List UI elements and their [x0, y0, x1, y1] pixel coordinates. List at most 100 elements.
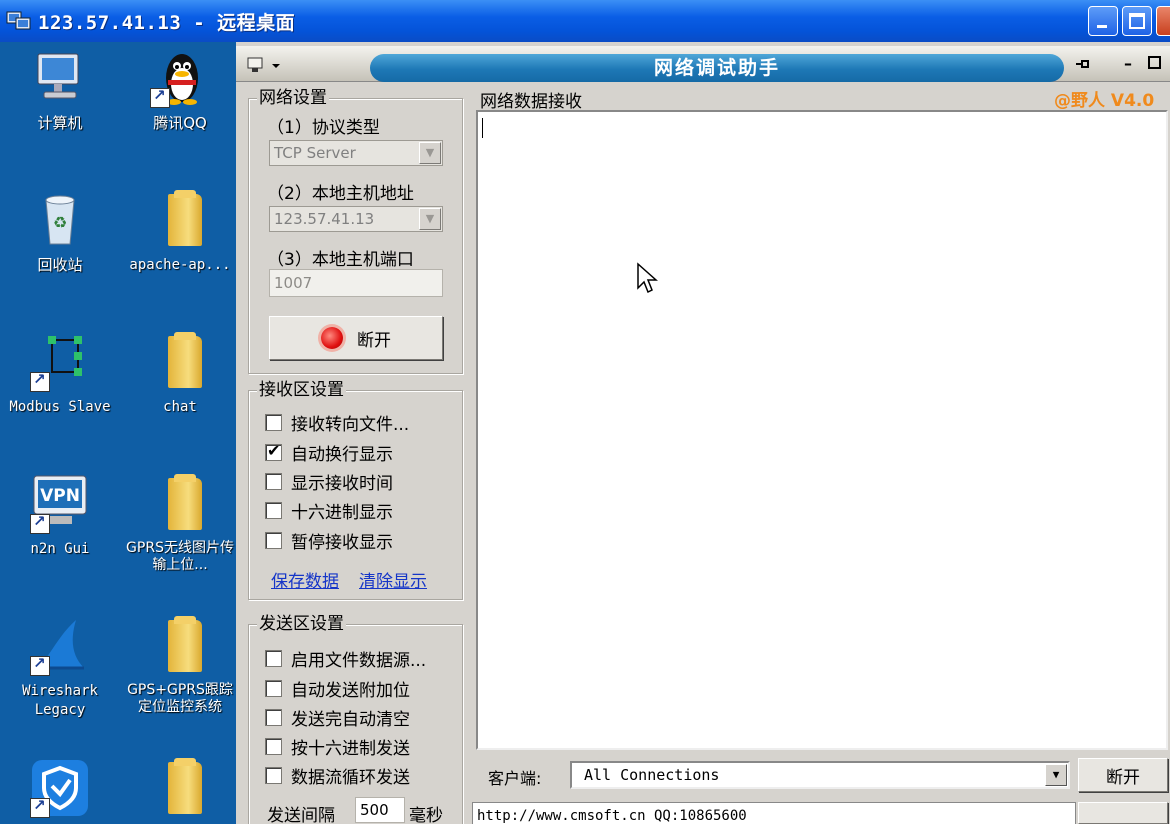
send-interval-unit: 毫秒 — [409, 806, 443, 824]
rdp-title: 123.57.41.13 - 远程桌面 — [38, 11, 296, 34]
client-select[interactable]: All Connections ▼ — [570, 761, 1070, 789]
receive-settings-title: 接收区设置 — [257, 380, 346, 400]
folder-icon — [150, 758, 210, 818]
checkbox[interactable] — [265, 501, 282, 519]
qq-penguin-icon — [150, 48, 210, 108]
local-host-label: （2）本地主机地址 — [267, 184, 414, 204]
client-label: 客户端: — [488, 769, 542, 788]
text-caret — [482, 118, 483, 138]
maximize-icon[interactable] — [1148, 54, 1162, 74]
checkbox-label: 按十六进制发送 — [291, 738, 410, 759]
send-interval-label: 发送间隔 — [267, 806, 335, 824]
maximize-button[interactable] — [1122, 6, 1152, 36]
shortcut-arrow-icon — [30, 654, 50, 676]
desktop-icon-folder[interactable] — [122, 758, 238, 818]
local-port-input[interactable]: 1007 — [269, 269, 443, 297]
maximize-icon — [1129, 13, 1145, 29]
recv-option-to-file[interactable]: 接收转向文件... — [265, 411, 410, 435]
checkbox[interactable] — [265, 472, 282, 490]
wireshark-fin-icon — [30, 616, 90, 676]
desktop-icon-computer[interactable]: 计算机 — [2, 48, 118, 133]
minimize-icon — [1097, 25, 1107, 28]
send-option-loop[interactable]: 数据流循环发送 — [265, 764, 410, 788]
close-button[interactable] — [1156, 6, 1170, 36]
system-menu-button[interactable] — [244, 54, 344, 76]
checkbox-label: 十六进制显示 — [291, 502, 393, 523]
desktop-icon-folder-chat[interactable]: chat — [122, 332, 238, 417]
checkbox-label: 暂停接收显示 — [291, 532, 393, 553]
checkbox[interactable] — [265, 531, 282, 549]
send-option-auto-clear[interactable]: 发送完自动清空 — [265, 706, 410, 730]
shortcut-arrow-icon — [150, 86, 170, 108]
shortcut-arrow-icon — [30, 370, 50, 392]
desktop-icon-folder-apache[interactable]: apache-ap... — [122, 190, 238, 275]
desktop-icon-label: 腾讯QQ — [153, 114, 207, 132]
pin-icon[interactable] — [1072, 54, 1092, 78]
network-settings-group: 网络设置 （1）协议类型 TCP Server ▼ （2）本地主机地址 123.… — [248, 88, 463, 374]
checkbox[interactable] — [265, 413, 282, 431]
desktop-icon-security-shield[interactable] — [2, 758, 118, 818]
client-disconnect-button[interactable]: 断开 — [1078, 758, 1168, 792]
protocol-type-value: TCP Server — [274, 144, 356, 162]
desktop-icon-n2n-gui[interactable]: VPN n2n Gui — [2, 474, 118, 559]
send-interval-input[interactable]: 500 — [355, 797, 405, 823]
desktop-icon-label: n2n Gui — [30, 541, 90, 557]
send-option-hex-send[interactable]: 按十六进制发送 — [265, 735, 410, 759]
recv-option-hex-display[interactable]: 十六进制显示 — [265, 499, 393, 523]
shield-icon — [30, 758, 90, 818]
desktop-icon-wireshark[interactable]: Wireshark Legacy — [2, 616, 118, 720]
checkbox-label: 自动换行显示 — [291, 444, 393, 465]
brand-label: @野人 V4.0 — [1054, 91, 1155, 111]
send-option-file-source[interactable]: 启用文件数据源... — [265, 647, 426, 671]
desktop: 计算机 腾讯QQ ♻ 回收站 apache-ap... Modbus Slave… — [0, 42, 236, 824]
checkbox[interactable] — [265, 766, 282, 784]
status-button[interactable] — [1078, 802, 1168, 824]
svg-text:VPN: VPN — [40, 486, 80, 506]
send-settings-group: 发送区设置 启用文件数据源... 自动发送附加位 发送完自动清空 按十六进制发送… — [248, 614, 463, 824]
send-settings-title: 发送区设置 — [257, 614, 346, 634]
save-data-link[interactable]: 保存数据 — [271, 567, 339, 592]
checkbox-checked[interactable] — [265, 441, 282, 461]
recv-option-auto-wrap[interactable]: 自动换行显示 — [265, 441, 393, 465]
protocol-type-select[interactable]: TCP Server ▼ — [269, 140, 443, 166]
desktop-icon-label: GPS+GPRS跟踪定位监控系统 — [127, 682, 233, 715]
app-titlebar[interactable]: 网络调试助手 – — [236, 46, 1170, 82]
disconnect-button-label: 断开 — [357, 330, 391, 351]
desktop-icon-modbus-slave[interactable]: Modbus Slave — [2, 332, 118, 417]
checkbox-label: 显示接收时间 — [291, 473, 393, 494]
data-receive-textarea[interactable] — [476, 110, 1168, 750]
checkbox-label: 发送完自动清空 — [291, 709, 410, 730]
computer-icon — [30, 48, 90, 108]
desktop-icon-folder-gprs-image[interactable]: GPRS无线图片传输上位... — [122, 474, 238, 574]
recv-option-show-time[interactable]: 显示接收时间 — [265, 470, 393, 494]
svg-text:♻: ♻ — [53, 213, 67, 232]
send-option-append-bits[interactable]: 自动发送附加位 — [265, 677, 410, 701]
folder-icon — [150, 332, 210, 392]
checkbox[interactable] — [265, 708, 282, 726]
desktop-icon-recycle-bin[interactable]: ♻ 回收站 — [2, 190, 118, 275]
minimize-button[interactable] — [1088, 6, 1118, 36]
shortcut-arrow-icon — [30, 796, 50, 818]
status-led-icon — [321, 327, 343, 349]
checkbox-label: 接收转向文件... — [291, 414, 410, 435]
rdp-titlebar[interactable]: 123.57.41.13 - 远程桌面 — [0, 0, 1170, 42]
client-disconnect-label: 断开 — [1106, 767, 1140, 788]
desktop-icon-folder-gps-gprs[interactable]: GPS+GPRS跟踪定位监控系统 — [122, 616, 238, 716]
client-select-value: All Connections — [584, 766, 720, 784]
chevron-down-icon: ▼ — [419, 208, 441, 230]
disconnect-button[interactable]: 断开 — [269, 316, 443, 360]
recv-option-pause[interactable]: 暂停接收显示 — [265, 529, 393, 553]
minimize-icon[interactable]: – — [1124, 54, 1132, 73]
checkbox[interactable] — [265, 679, 282, 697]
local-host-select[interactable]: 123.57.41.13 ▼ — [269, 206, 443, 232]
checkbox[interactable] — [265, 737, 282, 755]
network-menu-icon — [247, 57, 280, 72]
checkbox-label: 数据流循环发送 — [291, 767, 410, 788]
chevron-down-icon: ▼ — [1045, 764, 1067, 786]
checkbox[interactable] — [265, 649, 282, 667]
clear-display-link[interactable]: 清除显示 — [359, 567, 427, 592]
vpn-icon: VPN — [30, 474, 90, 534]
desktop-icon-qq[interactable]: 腾讯QQ — [122, 48, 238, 133]
folder-icon — [150, 474, 210, 534]
desktop-icon-label: Wireshark Legacy — [22, 683, 98, 718]
